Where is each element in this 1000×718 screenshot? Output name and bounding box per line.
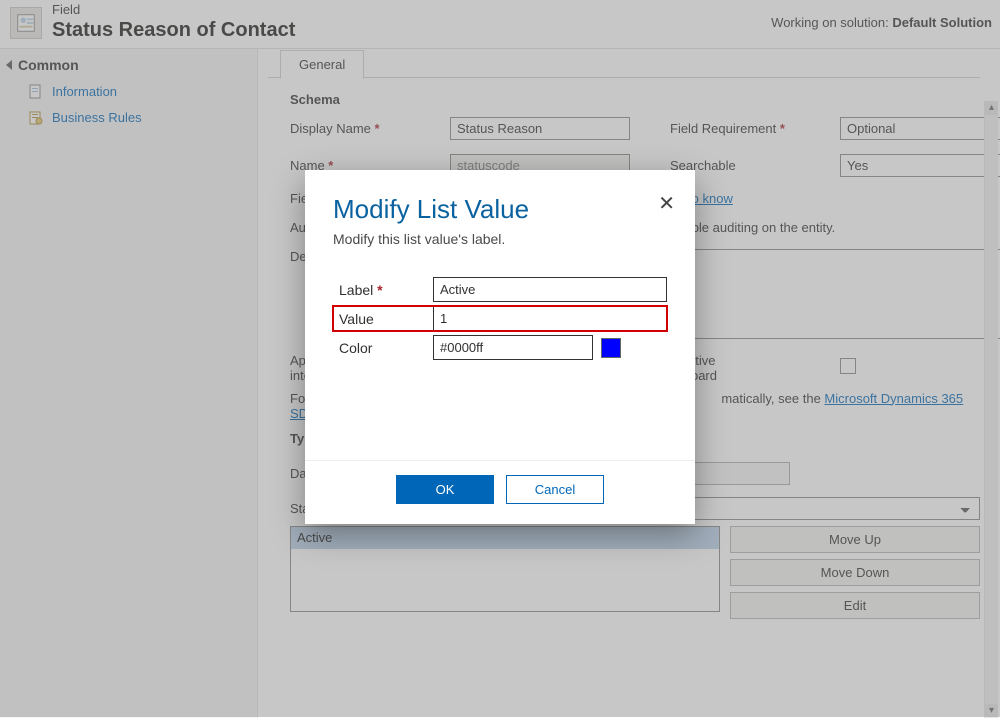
input-modal-value[interactable] [433, 306, 667, 331]
close-icon[interactable]: ✕ [658, 194, 675, 214]
label-modal-label: Label [333, 282, 433, 298]
label-modal-color: Color [333, 340, 433, 356]
modal-overlay: ✕ Modify List Value Modify this list val… [0, 0, 1000, 717]
modal-subtitle: Modify this list value's label. [333, 231, 667, 247]
button-ok[interactable]: OK [396, 475, 494, 504]
label-modal-value: Value [333, 311, 433, 327]
button-cancel[interactable]: Cancel [506, 475, 604, 504]
color-swatch[interactable] [601, 338, 621, 358]
input-modal-label[interactable] [433, 277, 667, 302]
input-modal-color[interactable] [433, 335, 593, 360]
modal-title: Modify List Value [333, 194, 667, 225]
modal-modify-list-value: ✕ Modify List Value Modify this list val… [305, 170, 695, 524]
